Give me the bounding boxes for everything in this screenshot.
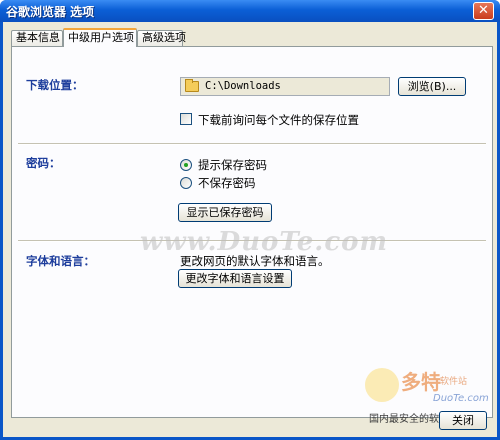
logo-url-text: DuoTe.com	[433, 393, 489, 404]
dialog-client-area: 基本信息 中级用户选项 高级选项 下载位置： C:\Downloads 浏览(B…	[3, 22, 497, 437]
logo-sub-text: 软件站	[440, 377, 468, 387]
title-bar[interactable]: 谷歌浏览器 选项 ✕	[0, 0, 500, 22]
download-path-text: C:\Downloads	[205, 80, 281, 92]
logo-main-text: 多特	[401, 370, 441, 394]
download-path-field[interactable]: C:\Downloads	[180, 77, 390, 96]
window-close-button[interactable]: ✕	[473, 2, 494, 20]
radio-offer-save-password[interactable]	[180, 159, 192, 171]
tab-intermediate[interactable]: 中级用户选项	[63, 28, 137, 47]
ask-location-checkbox[interactable]	[180, 113, 192, 125]
ask-location-label: 下载前询问每个文件的保存位置	[198, 113, 359, 127]
options-window: 谷歌浏览器 选项 ✕ 基本信息 中级用户选项 高级选项 下载位置： C:\Dow…	[0, 0, 500, 440]
offer-save-password-label: 提示保存密码	[198, 158, 267, 172]
mascot-icon	[365, 368, 399, 402]
download-section-label: 下载位置：	[26, 78, 84, 92]
tab-advanced[interactable]: 高级选项	[137, 30, 186, 46]
fonts-section-label: 字体和语言：	[26, 254, 95, 268]
close-button[interactable]: 关闭	[439, 411, 487, 430]
browse-button[interactable]: 浏览(B)...	[398, 77, 466, 96]
radio-never-save-password[interactable]	[180, 177, 192, 189]
window-title: 谷歌浏览器 选项	[6, 5, 95, 19]
folder-icon	[185, 79, 199, 92]
show-saved-passwords-button[interactable]: 显示已保存密码	[178, 203, 272, 222]
tab-basic[interactable]: 基本信息	[11, 30, 63, 46]
watermark-text: www.DuoTe.com	[140, 227, 389, 257]
section-divider	[18, 143, 486, 145]
change-fonts-button[interactable]: 更改字体和语言设置	[178, 269, 292, 288]
never-save-password-label: 不保存密码	[198, 176, 256, 190]
password-section-label: 密码：	[26, 156, 61, 170]
